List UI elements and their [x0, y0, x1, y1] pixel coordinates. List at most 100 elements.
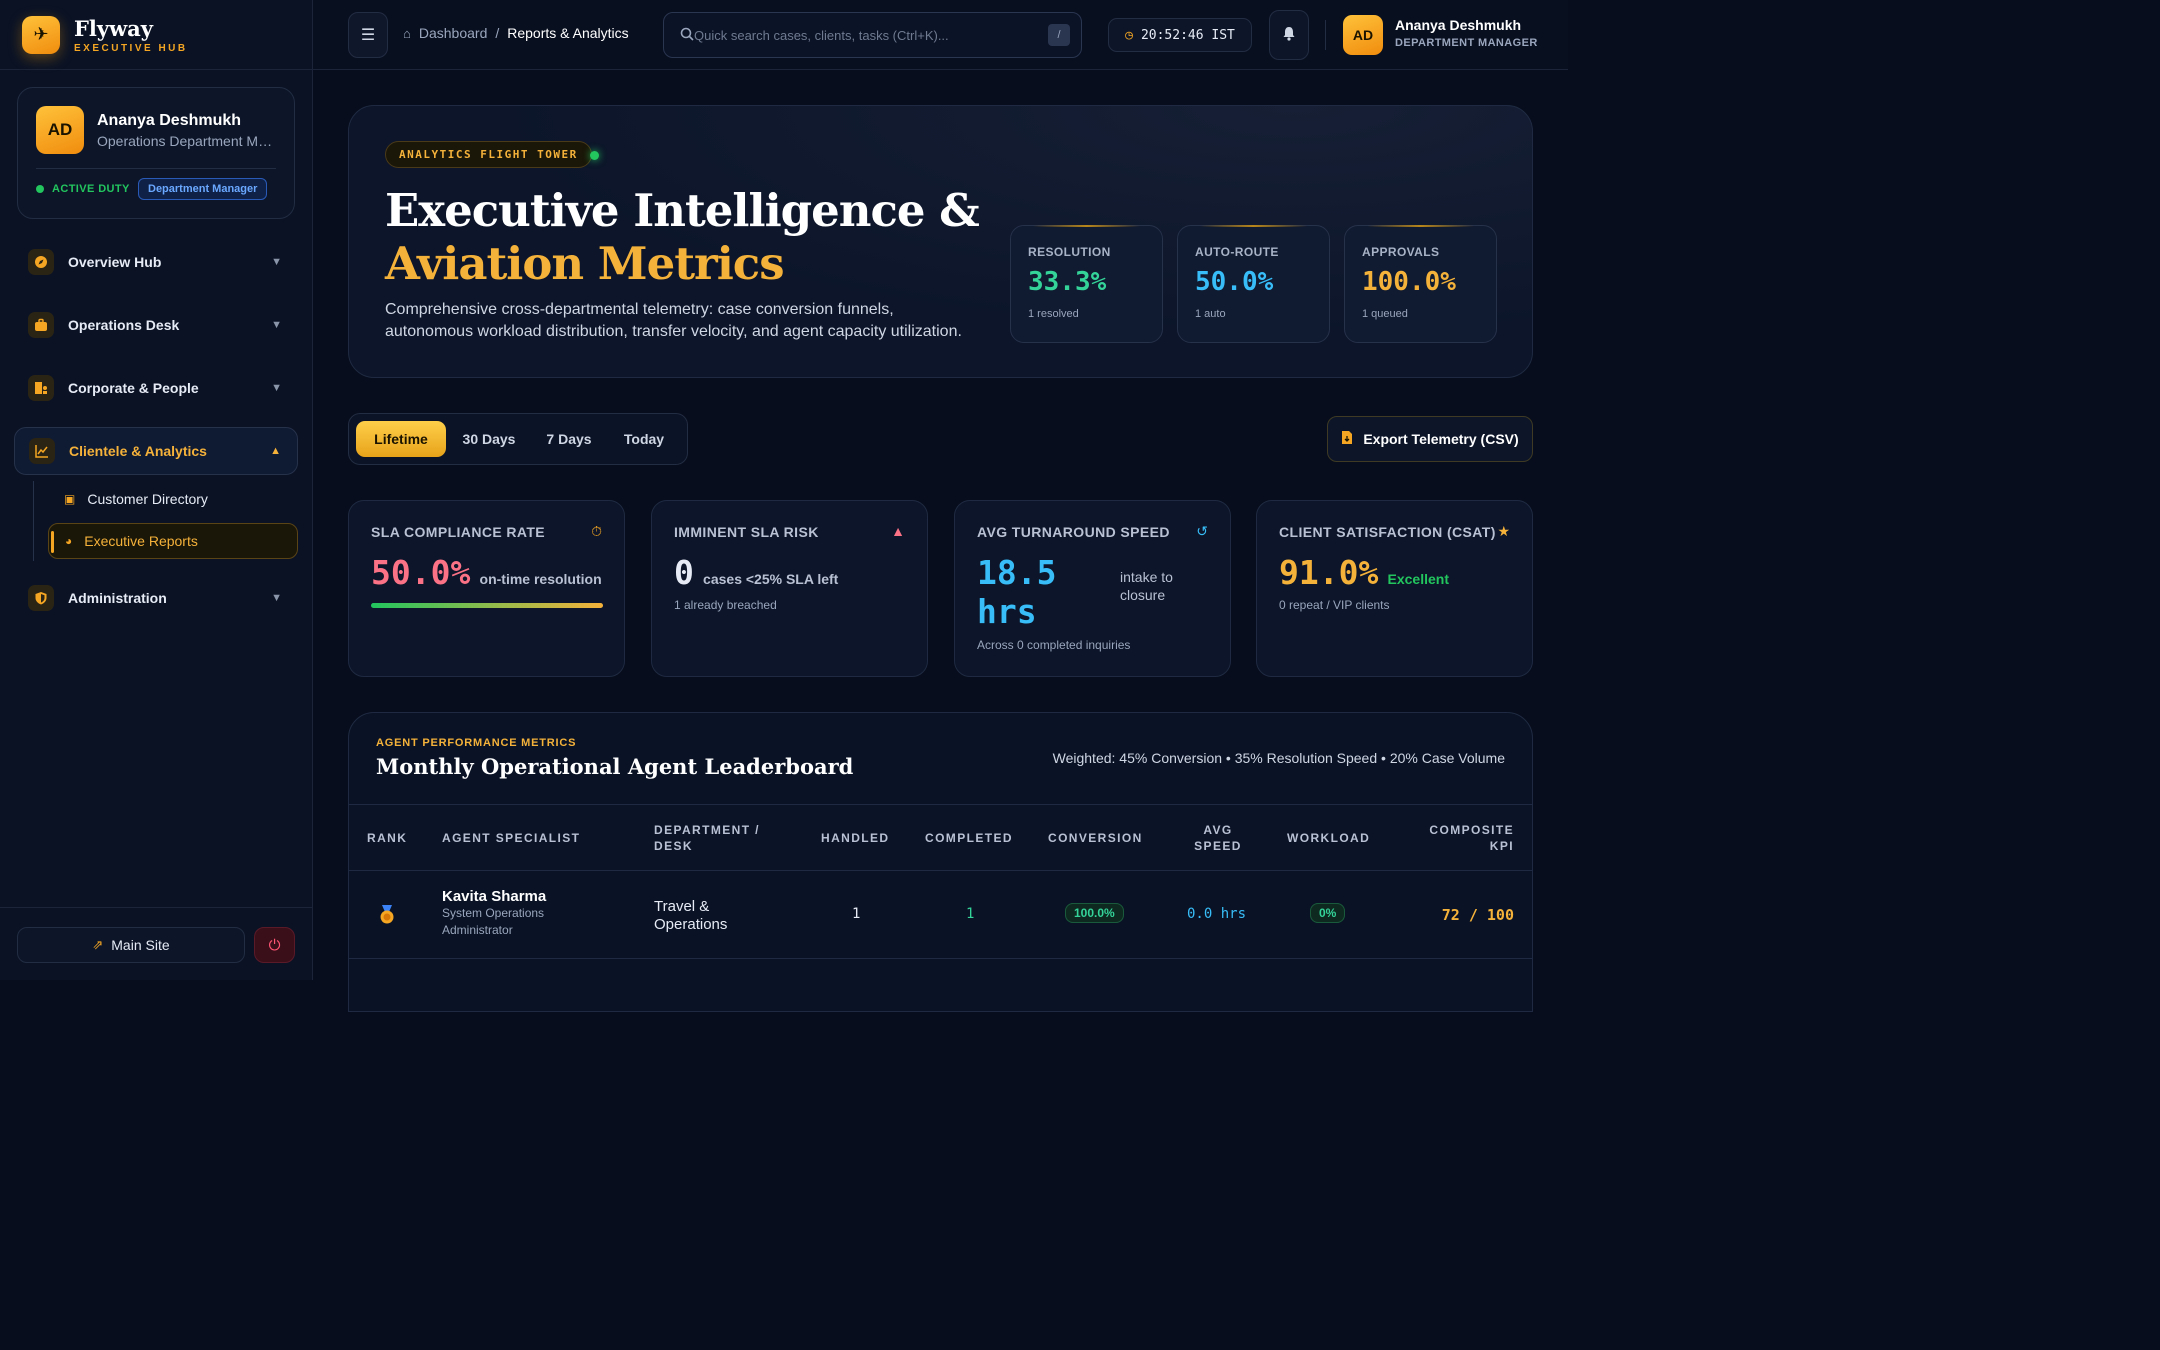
- nav-item-administration[interactable]: Administration ▼: [14, 574, 298, 622]
- user-name: Ananya Deshmukh: [1395, 17, 1522, 33]
- plane-logo-icon: ✈: [22, 15, 60, 54]
- hamburger-icon: ☰: [360, 27, 376, 44]
- brand-subtitle: EXECUTIVE HUB: [74, 42, 188, 54]
- chevron-down-icon: ▼: [271, 382, 282, 394]
- main-site-label: Main Site: [111, 937, 170, 953]
- clock: ◷ 20:52:46 IST: [1108, 18, 1252, 52]
- nav-item-clientele-analytics[interactable]: Clientele & Analytics ▲: [14, 427, 298, 475]
- kpi-label: IMMINENT SLA RISK: [674, 524, 819, 540]
- subnav-label: Customer Directory: [87, 491, 208, 507]
- stopwatch-icon: ⏱: [591, 523, 602, 539]
- kpi-unit: intake to closure: [1120, 569, 1173, 603]
- kpi-card-csat: CLIENT SATISFACTION (CSAT) ★ 91.0% Excel…: [1256, 500, 1533, 677]
- search-box[interactable]: /: [663, 12, 1082, 58]
- page-title-line2: Aviation Metrics: [385, 237, 785, 290]
- hero-panel: ANALYTICS FLIGHT TOWER Executive Intelli…: [348, 105, 1533, 378]
- contact-card-icon: ▣: [64, 492, 76, 506]
- stat-sub: 1 queued: [1362, 308, 1408, 320]
- brand[interactable]: ✈ Flyway EXECUTIVE HUB: [0, 0, 312, 70]
- column-header-handled[interactable]: HANDLED: [821, 830, 889, 846]
- nav-label: Corporate & People: [68, 380, 199, 396]
- column-header-composite-kpi[interactable]: COMPOSITE KPI: [1429, 822, 1514, 854]
- stat-label: AUTO-ROUTE: [1195, 245, 1279, 259]
- sidebar-footer: ⇗ Main Site ⏻: [0, 907, 313, 980]
- kpi-value: 0: [674, 553, 694, 592]
- table-row[interactable]: Kavita Sharma System Operations Administ…: [349, 871, 1532, 959]
- profile-name: Ananya Deshmukh: [97, 112, 242, 129]
- nav-label: Operations Desk: [68, 317, 180, 333]
- kpi-label: CLIENT SATISFACTION (CSAT): [1279, 524, 1496, 540]
- chevron-down-icon: ▼: [271, 256, 282, 268]
- breadcrumb-dashboard[interactable]: Dashboard: [419, 25, 488, 41]
- agent-name[interactable]: Kavita Sharma: [442, 888, 546, 905]
- kpi-value: 18.5 hrs: [977, 553, 1056, 631]
- search-shortcut-hint: /: [1048, 24, 1070, 46]
- table-header: RANK AGENT SPECIALIST DEPARTMENT / DESK …: [349, 804, 1532, 871]
- clock-time: 20:52:46 IST: [1140, 27, 1235, 43]
- tab-lifetime[interactable]: Lifetime: [356, 421, 446, 457]
- column-header-department[interactable]: DEPARTMENT / DESK: [654, 822, 760, 854]
- bell-icon: [1282, 26, 1296, 45]
- star-icon: ★: [1497, 523, 1510, 539]
- nav-item-overview-hub[interactable]: Overview Hub ▼: [14, 238, 298, 286]
- building-people-icon: [28, 375, 54, 401]
- search-input[interactable]: [694, 27, 1054, 43]
- stat-card-approvals: APPROVALS 100.0% 1 queued: [1344, 225, 1497, 343]
- department-line1: Travel &: [654, 898, 710, 915]
- logout-button[interactable]: ⏻: [254, 927, 295, 963]
- avg-speed-cell: 0.0 hrs: [1187, 906, 1247, 922]
- stat-value: 33.3%: [1028, 267, 1107, 297]
- export-csv-button[interactable]: Export Telemetry (CSV): [1327, 416, 1533, 462]
- leaderboard-kicker: AGENT PERFORMANCE METRICS: [376, 737, 577, 749]
- tab-today[interactable]: Today: [613, 421, 675, 457]
- subnav-item-executive-reports[interactable]: ◕ Executive Reports: [48, 523, 298, 559]
- nav-item-corporate-people[interactable]: Corporate & People ▼: [14, 364, 298, 412]
- line-chart-icon: [29, 438, 55, 464]
- compass-icon: [28, 249, 54, 275]
- agent-role: System Operations Administrator: [442, 905, 546, 939]
- tab-30-days[interactable]: 30 Days: [453, 421, 525, 457]
- user-avatar[interactable]: AD: [1343, 15, 1383, 55]
- column-header-kpi-line2: KPI: [1489, 839, 1514, 853]
- agent-role-line1: System Operations: [442, 906, 545, 920]
- nav-label: Clientele & Analytics: [69, 443, 207, 459]
- external-link-icon: ⇗: [92, 937, 104, 952]
- brand-name: Flyway: [74, 15, 153, 41]
- stat-value: 50.0%: [1195, 267, 1274, 297]
- file-download-icon: [1341, 430, 1353, 448]
- nav-label: Overview Hub: [68, 254, 162, 270]
- kpi-card-sla-compliance: SLA COMPLIANCE RATE ⏱ 50.0% on-time reso…: [348, 500, 625, 677]
- power-icon: ⏻: [268, 936, 281, 954]
- column-header-agent[interactable]: AGENT SPECIALIST: [442, 830, 580, 846]
- subnav-label: Executive Reports: [84, 533, 198, 549]
- shield-icon: [28, 585, 54, 611]
- column-header-conversion[interactable]: CONVERSION: [1048, 830, 1143, 846]
- breadcrumb: ⌂ Dashboard / Reports & Analytics: [403, 25, 629, 41]
- notifications-button[interactable]: [1269, 10, 1309, 60]
- column-header-department-line1: DEPARTMENT /: [654, 823, 760, 837]
- column-header-avg-speed-line1: AVG: [1203, 823, 1233, 837]
- tab-7-days[interactable]: 7 Days: [535, 421, 603, 457]
- kpi-value: 91.0%: [1279, 553, 1379, 592]
- leaderboard-title: Monthly Operational Agent Leaderboard: [376, 754, 854, 779]
- kpi-label: AVG TURNAROUND SPEED: [977, 524, 1170, 540]
- column-header-completed[interactable]: COMPLETED: [925, 830, 1013, 846]
- menu-toggle-button[interactable]: ☰: [348, 12, 388, 58]
- avatar: AD: [36, 106, 84, 154]
- stat-card-resolution: RESOLUTION 33.3% 1 resolved: [1010, 225, 1163, 343]
- subnav-item-customer-directory[interactable]: ▣ Customer Directory: [48, 481, 298, 517]
- conversion-cell: 100.0%: [1065, 903, 1124, 923]
- stat-label: RESOLUTION: [1028, 245, 1111, 259]
- kpi-value-line: 0 cases <25% SLA left: [674, 553, 838, 592]
- main-site-button[interactable]: ⇗ Main Site: [17, 927, 245, 963]
- column-header-workload[interactable]: WORKLOAD: [1287, 830, 1370, 846]
- nav-item-operations-desk[interactable]: Operations Desk ▼: [14, 301, 298, 349]
- gold-medal-icon: [378, 905, 396, 928]
- column-header-rank[interactable]: RANK: [367, 830, 407, 846]
- kpi-value-unit: hrs: [977, 592, 1037, 631]
- profile-card: AD Ananya Deshmukh Operations Department…: [17, 87, 295, 219]
- composite-kpi-cell: 72 / 100: [1441, 906, 1514, 924]
- duty-status-label: ACTIVE DUTY: [52, 183, 130, 195]
- column-header-avg-speed[interactable]: AVG SPEED: [1179, 822, 1257, 854]
- hero-description: Comprehensive cross-departmental telemet…: [385, 301, 962, 340]
